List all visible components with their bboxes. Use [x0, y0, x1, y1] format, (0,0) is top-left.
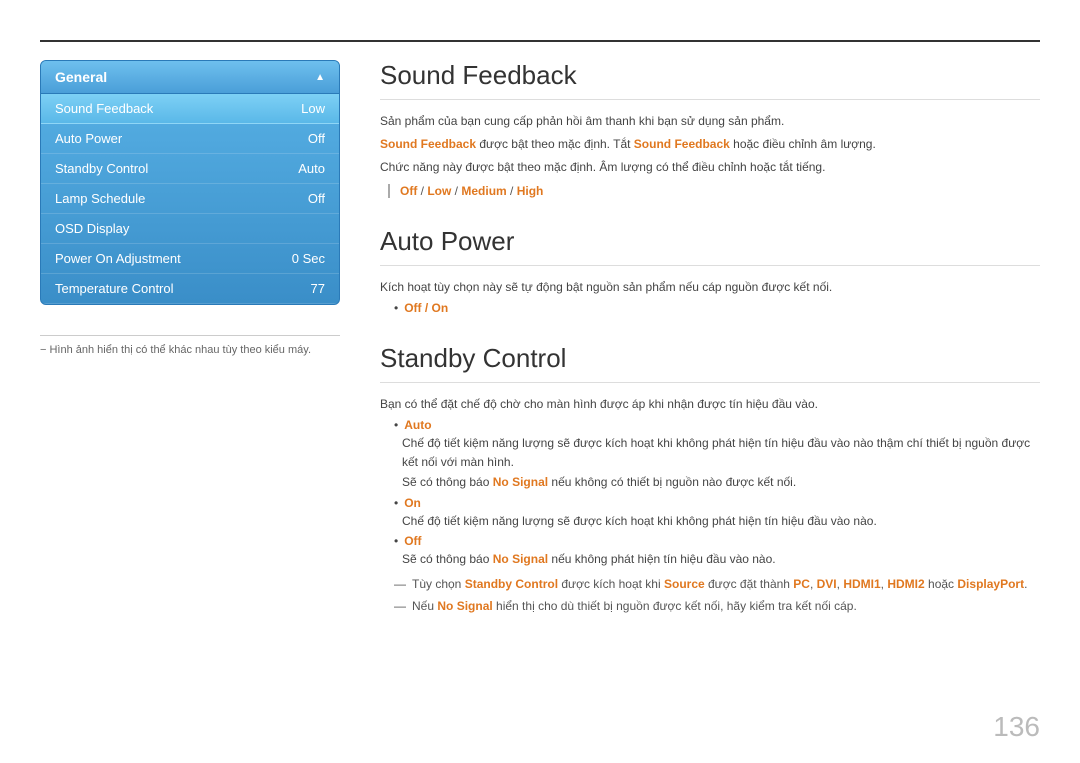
sidebar-item-1[interactable]: Auto Power Off [41, 124, 339, 154]
top-divider [40, 40, 1040, 42]
sidebar-item-5[interactable]: Power On Adjustment 0 Sec [41, 244, 339, 274]
sidebar-item-value-2: Auto [298, 161, 325, 176]
section-standby-control: Standby Control Bạn có thể đặt chế độ chờ… [380, 343, 1040, 613]
dash-highlight: DisplayPort [957, 577, 1024, 591]
sidebar-item-value-5: 0 Sec [292, 251, 325, 266]
sidebar-item-label-1: Auto Power [55, 131, 122, 146]
section-title-standby-control: Standby Control [380, 343, 1040, 383]
sidebar-item-value-3: Off [308, 191, 325, 206]
options-line: Off / Low / Medium / High [388, 184, 1040, 198]
section-text: Sản phẩm của bạn cung cấp phản hồi âm th… [380, 112, 1040, 131]
option-off: Off [400, 184, 417, 198]
bullet-label-0: Auto [404, 418, 431, 432]
sidebar-item-label-4: OSD Display [55, 221, 129, 236]
dash-highlight: No Signal [437, 599, 492, 613]
dash-highlight: HDMI2 [887, 577, 924, 591]
sidebar-item-2[interactable]: Standby Control Auto [41, 154, 339, 184]
dash-highlight: HDMI1 [843, 577, 880, 591]
main-content: Sound Feedback Sản phẩm của bạn cung cấp … [380, 60, 1040, 703]
section-sound-feedback: Sound Feedback Sản phẩm của bạn cung cấp … [380, 60, 1040, 198]
sidebar-item-label-5: Power On Adjustment [55, 251, 181, 266]
dash-highlight: Source [664, 577, 705, 591]
sidebar-item-value-0: Low [301, 101, 325, 116]
sidebar-note: − Hình ảnh hiển thị có thể khác nhau tùy… [40, 335, 340, 356]
section-text: Chức năng này được bật theo mặc định. Âm… [380, 158, 1040, 177]
bullet-item-1: On [394, 496, 1040, 510]
sidebar-item-label-0: Sound Feedback [55, 101, 153, 116]
bullet-item-2: Off [394, 534, 1040, 548]
sub-highlight: No Signal [493, 552, 548, 566]
section-text: Bạn có thể đặt chế độ chờ cho màn hình đ… [380, 395, 1040, 414]
sidebar-item-value-6: 77 [311, 281, 325, 296]
sidebar-arrow-icon: ▲ [315, 72, 325, 83]
bullet-sub-0-0: Chế độ tiết kiệm năng lượng sẽ được kích… [402, 434, 1040, 471]
sidebar-item-4[interactable]: OSD Display [41, 214, 339, 244]
bullet-label-1: On [404, 496, 421, 510]
sidebar-item-0[interactable]: Sound Feedback Low [41, 94, 339, 124]
option-low: Low [427, 184, 451, 198]
sidebar-header: General ▲ [41, 61, 339, 94]
dash-highlight: DVI [817, 577, 837, 591]
bullet-sub-2-0: Sẽ có thông báo No Signal nếu không phát… [402, 550, 1040, 569]
dash-note-1: Nếu No Signal hiển thị cho dù thiết bị n… [380, 599, 1040, 613]
sidebar-item-value-1: Off [308, 131, 325, 146]
sidebar-item-label-2: Standby Control [55, 161, 148, 176]
dash-highlight: Standby Control [465, 577, 558, 591]
sidebar-title: General [55, 69, 107, 85]
bullet-item: Off / On [394, 301, 1040, 315]
sidebar-item-3[interactable]: Lamp Schedule Off [41, 184, 339, 214]
page-number: 136 [993, 711, 1040, 743]
bullet-label: Off / On [404, 301, 448, 315]
bullet-sub-1-0: Chế độ tiết kiệm năng lượng sẽ được kích… [402, 512, 1040, 531]
section-auto-power: Auto Power Kích hoạt tùy chọn này sẽ tự đ… [380, 226, 1040, 315]
bullet-label-2: Off [404, 534, 421, 548]
sidebar-item-label-3: Lamp Schedule [55, 191, 145, 206]
section-title-sound-feedback: Sound Feedback [380, 60, 1040, 100]
sections-container: Sound Feedback Sản phẩm của bạn cung cấp … [380, 60, 1040, 613]
sub-highlight: No Signal [493, 475, 548, 489]
bullet-sub-0-1: Sẽ có thông báo No Signal nếu không có t… [402, 473, 1040, 492]
dash-highlight: PC [793, 577, 810, 591]
sidebar-item-label-6: Temperature Control [55, 281, 174, 296]
sidebar-panel: General ▲ Sound Feedback Low Auto Power Off… [40, 60, 340, 305]
dash-note-0: Tùy chọn Standby Control được kích hoạt … [380, 577, 1040, 591]
bullet-item-0: Auto [394, 418, 1040, 432]
section-text-highlight: Sound Feedback được bật theo mặc định. T… [380, 135, 1040, 154]
section-text: Kích hoạt tùy chọn này sẽ tự động bật ng… [380, 278, 1040, 297]
option-medium: Medium [461, 184, 506, 198]
sidebar-item-6[interactable]: Temperature Control 77 [41, 274, 339, 304]
sidebar-items-container: Sound Feedback Low Auto Power Off Standby Co… [41, 94, 339, 304]
option-high: High [517, 184, 544, 198]
section-title-auto-power: Auto Power [380, 226, 1040, 266]
sidebar: General ▲ Sound Feedback Low Auto Power Off… [40, 60, 340, 356]
